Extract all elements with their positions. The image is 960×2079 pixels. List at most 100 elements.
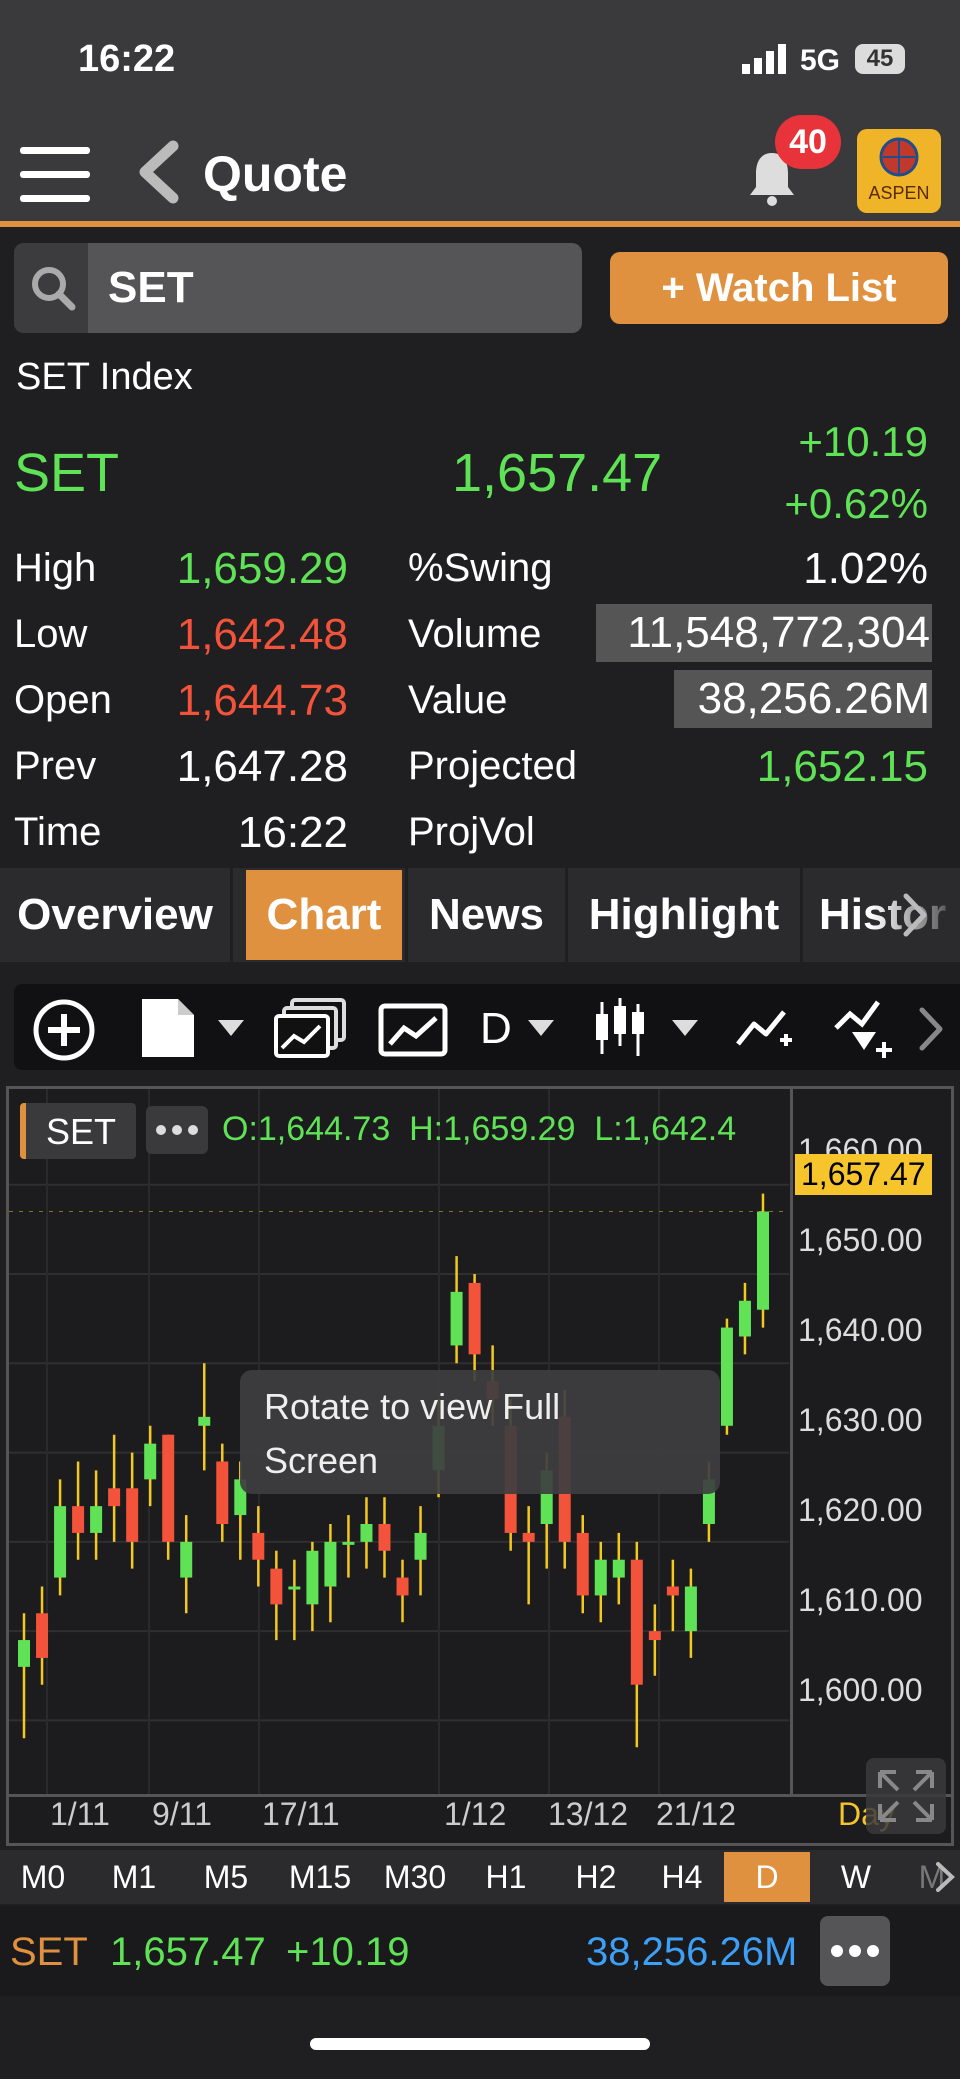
candle-body bbox=[378, 1524, 391, 1551]
candle-body bbox=[738, 1300, 751, 1337]
chevron-down-icon[interactable] bbox=[670, 1018, 700, 1038]
candle-body bbox=[522, 1532, 535, 1542]
x-tick: 1/11 bbox=[50, 1796, 110, 1832]
candle bbox=[108, 1434, 121, 1542]
candle-body bbox=[306, 1550, 319, 1605]
projected-value: 1,652.15 bbox=[756, 742, 928, 791]
indicator-add-icon[interactable] bbox=[832, 992, 896, 1062]
fullscreen-icon[interactable] bbox=[866, 1758, 946, 1834]
candle-body bbox=[126, 1488, 139, 1542]
x-tick: 17/11 bbox=[262, 1796, 340, 1832]
interval-d[interactable]: D bbox=[724, 1852, 810, 1902]
candle bbox=[684, 1568, 697, 1658]
candle-body bbox=[144, 1443, 157, 1480]
search-input[interactable]: SET bbox=[108, 263, 194, 313]
back-icon[interactable] bbox=[135, 140, 181, 204]
period-selector[interactable]: D bbox=[480, 1004, 512, 1054]
candle bbox=[612, 1532, 625, 1605]
search-box[interactable]: SET bbox=[14, 243, 582, 333]
candle bbox=[342, 1515, 355, 1578]
compare-charts-icon[interactable] bbox=[274, 998, 346, 1058]
interval-scroll-right-icon[interactable] bbox=[934, 1860, 956, 1894]
interval-m5[interactable]: M5 bbox=[182, 1852, 270, 1902]
candle bbox=[450, 1256, 463, 1364]
candle-body bbox=[360, 1524, 373, 1542]
rotate-tooltip: Rotate to view Full Screen bbox=[240, 1370, 720, 1494]
toolbar-scroll-right-icon[interactable] bbox=[916, 1004, 946, 1054]
interval-w[interactable]: W bbox=[812, 1852, 900, 1902]
chart-symbol: SET bbox=[46, 1111, 117, 1152]
top-bar: Quote 40 ASPEN bbox=[0, 115, 960, 223]
y-tick: 1,650.00 bbox=[798, 1222, 923, 1258]
candle bbox=[198, 1363, 211, 1471]
candlestick-type-icon[interactable] bbox=[592, 996, 648, 1060]
candle bbox=[738, 1282, 751, 1355]
menu-icon[interactable] bbox=[20, 145, 90, 203]
x-tick: 21/12 bbox=[656, 1796, 737, 1832]
candle-body bbox=[252, 1532, 265, 1560]
candle-body bbox=[630, 1559, 643, 1685]
value-value: 38,256.26M bbox=[674, 670, 932, 728]
projected-label: Projected bbox=[408, 744, 577, 788]
interval-h2[interactable]: H2 bbox=[552, 1852, 640, 1902]
candle bbox=[378, 1497, 391, 1578]
candle bbox=[252, 1506, 265, 1587]
chart-folder-icon[interactable] bbox=[378, 998, 448, 1058]
value-label: Value bbox=[408, 678, 508, 722]
price-change-pct: +0.62% bbox=[784, 480, 928, 527]
draw-line-icon[interactable] bbox=[734, 1000, 794, 1056]
candle bbox=[288, 1559, 301, 1641]
search-icon bbox=[32, 267, 76, 311]
candle-body bbox=[216, 1461, 229, 1524]
candle bbox=[144, 1425, 157, 1507]
chevron-down-icon[interactable] bbox=[216, 1018, 246, 1038]
interval-m0[interactable]: M0 bbox=[0, 1852, 86, 1902]
candle-body bbox=[414, 1532, 427, 1560]
time-label: Time bbox=[14, 810, 102, 854]
clock: 16:22 bbox=[78, 38, 176, 80]
candle bbox=[324, 1524, 337, 1623]
interval-m1[interactable]: M1 bbox=[90, 1852, 178, 1902]
chart-options-button[interactable] bbox=[146, 1106, 208, 1154]
interval-m30[interactable]: M30 bbox=[370, 1852, 460, 1902]
interval-m15[interactable]: M15 bbox=[274, 1852, 366, 1902]
add-indicator-icon[interactable] bbox=[32, 998, 96, 1062]
chevron-down-icon[interactable] bbox=[526, 1018, 556, 1038]
template-icon[interactable] bbox=[138, 995, 200, 1061]
candle-body bbox=[270, 1568, 283, 1605]
footer-more-button[interactable] bbox=[820, 1916, 890, 1986]
y-tick: 1,630.00 bbox=[798, 1402, 923, 1438]
candle bbox=[468, 1274, 481, 1382]
rotate-tooltip-line2: Screen bbox=[264, 1440, 379, 1481]
interval-h1[interactable]: H1 bbox=[462, 1852, 550, 1902]
interval-h4[interactable]: H4 bbox=[642, 1852, 722, 1902]
chevron-right-icon[interactable] bbox=[900, 890, 930, 940]
brand-label: ASPEN bbox=[868, 183, 930, 203]
candle-body bbox=[180, 1541, 193, 1578]
tab-news[interactable]: News bbox=[408, 870, 565, 960]
candle bbox=[396, 1559, 409, 1623]
candle-body bbox=[342, 1541, 355, 1545]
tab-overview[interactable]: Overview bbox=[0, 870, 230, 960]
candle-body bbox=[324, 1541, 337, 1587]
candle bbox=[756, 1193, 769, 1328]
last-price-label: 1,657.47 bbox=[795, 1154, 932, 1195]
chart-symbol-tag[interactable]: SET bbox=[20, 1103, 136, 1159]
candle-body bbox=[450, 1291, 463, 1346]
page-title: Quote bbox=[203, 146, 348, 202]
rotate-tooltip-line1: Rotate to view Full bbox=[264, 1386, 561, 1427]
low-label: Low bbox=[14, 612, 88, 656]
signal-icon bbox=[742, 44, 786, 74]
more-icon bbox=[831, 1945, 879, 1957]
candle-body bbox=[720, 1327, 733, 1426]
watchlist-button[interactable]: + Watch List bbox=[610, 252, 948, 324]
aspen-logo[interactable]: ASPEN bbox=[857, 129, 941, 213]
candle-body bbox=[288, 1586, 301, 1590]
candle bbox=[576, 1515, 589, 1614]
globe-icon bbox=[879, 137, 919, 177]
tab-highlight[interactable]: Highlight bbox=[568, 870, 800, 960]
swing-label: %Swing bbox=[408, 546, 553, 590]
tab-chart[interactable]: Chart bbox=[246, 870, 402, 960]
network-label: 5G bbox=[800, 44, 841, 77]
candle-body bbox=[468, 1282, 481, 1355]
